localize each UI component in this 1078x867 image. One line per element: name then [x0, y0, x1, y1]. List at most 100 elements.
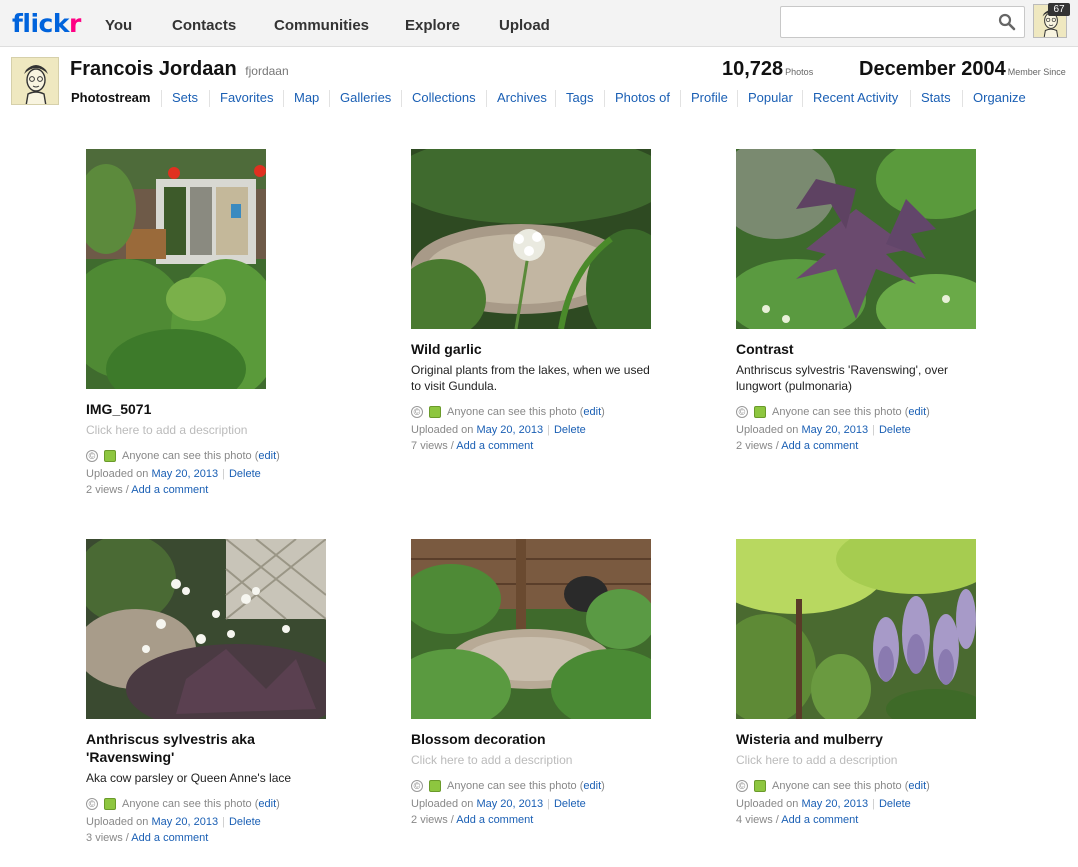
- upload-date-link[interactable]: May 20, 2013: [476, 798, 543, 810]
- search-icon[interactable]: [998, 13, 1016, 36]
- photo-thumbnail[interactable]: [736, 149, 976, 329]
- copyright-icon[interactable]: ©: [86, 450, 98, 462]
- add-comment-link[interactable]: Add a comment: [781, 440, 858, 452]
- flickr-logo[interactable]: flickr: [12, 9, 81, 39]
- add-comment-link[interactable]: Add a comment: [456, 440, 533, 452]
- delete-link[interactable]: Delete: [554, 798, 586, 810]
- delete-link[interactable]: Delete: [879, 424, 911, 436]
- privacy-line: Anyone can see this photo (edit): [122, 450, 280, 462]
- edit-privacy-link[interactable]: edit: [583, 780, 601, 792]
- privacy-line: Anyone can see this photo (edit): [772, 780, 930, 792]
- add-comment-link[interactable]: Add a comment: [456, 814, 533, 826]
- tab-recent-activity[interactable]: Recent Activity: [813, 90, 898, 105]
- privacy-line: Anyone can see this photo (edit): [772, 406, 930, 418]
- photo-description[interactable]: Click here to add a description: [736, 752, 976, 768]
- edit-privacy-link[interactable]: edit: [258, 798, 276, 810]
- nav-communities[interactable]: Communities: [274, 17, 369, 34]
- privacy-public-icon: [754, 780, 766, 792]
- tab-sets[interactable]: Sets: [172, 90, 198, 105]
- copyright-icon[interactable]: ©: [736, 780, 748, 792]
- tab-profile[interactable]: Profile: [691, 90, 728, 105]
- delete-link[interactable]: Delete: [229, 468, 261, 480]
- upload-date-link[interactable]: May 20, 2013: [801, 798, 868, 810]
- tab-galleries[interactable]: Galleries: [340, 90, 391, 105]
- views-line: 2 views / Add a comment: [86, 484, 209, 496]
- upload-date-link[interactable]: May 20, 2013: [151, 816, 218, 828]
- photo-title[interactable]: Anthriscus sylvestris aka 'Ravenswing': [86, 730, 286, 766]
- add-comment-link[interactable]: Add a comment: [131, 484, 208, 496]
- tab-stats[interactable]: Stats: [921, 90, 951, 105]
- copyright-icon[interactable]: ©: [736, 406, 748, 418]
- subnav-divider: [910, 90, 911, 107]
- notification-count-badge[interactable]: 67: [1048, 3, 1070, 16]
- views-line: 3 views / Add a comment: [86, 832, 209, 844]
- privacy-line: Anyone can see this photo (edit): [122, 798, 280, 810]
- views-line: 2 views / Add a comment: [411, 814, 534, 826]
- tab-favorites[interactable]: Favorites: [220, 90, 273, 105]
- search-input[interactable]: [781, 7, 991, 37]
- delete-link[interactable]: Delete: [879, 798, 911, 810]
- add-comment-link[interactable]: Add a comment: [781, 814, 858, 826]
- nav-explore[interactable]: Explore: [405, 17, 460, 34]
- copyright-icon[interactable]: ©: [86, 798, 98, 810]
- add-comment-link[interactable]: Add a comment: [131, 832, 208, 844]
- photo-thumbnail[interactable]: [411, 149, 651, 329]
- photo-title[interactable]: Wild garlic: [411, 340, 651, 358]
- tab-photostream[interactable]: Photostream: [71, 90, 150, 105]
- tab-collections[interactable]: Collections: [412, 90, 476, 105]
- profile-buddy-icon[interactable]: [11, 57, 59, 105]
- copyright-icon[interactable]: ©: [411, 406, 423, 418]
- privacy-public-icon: [429, 406, 441, 418]
- views-line: 7 views / Add a comment: [411, 440, 534, 452]
- privacy-public-icon: [104, 798, 116, 810]
- member-since-stat: December 2004 Member Since: [859, 58, 1066, 80]
- edit-privacy-link[interactable]: edit: [258, 450, 276, 462]
- upload-line: Uploaded on May 20, 2013 | Delete: [736, 424, 911, 436]
- tab-organize[interactable]: Organize: [973, 90, 1026, 105]
- photo-title[interactable]: Contrast: [736, 340, 976, 358]
- photo-thumbnail[interactable]: [86, 149, 266, 389]
- edit-privacy-link[interactable]: edit: [583, 406, 601, 418]
- profile-name: Francois Jordaan fjordaan: [70, 58, 289, 80]
- upload-date-link[interactable]: May 20, 2013: [801, 424, 868, 436]
- subnav-divider: [401, 90, 402, 107]
- tab-archives[interactable]: Archives: [497, 90, 547, 105]
- subnav-divider: [486, 90, 487, 107]
- upload-line: Uploaded on May 20, 2013 | Delete: [86, 816, 261, 828]
- edit-privacy-link[interactable]: edit: [908, 780, 926, 792]
- nav-contacts[interactable]: Contacts: [172, 17, 236, 34]
- delete-link[interactable]: Delete: [229, 816, 261, 828]
- photo-description[interactable]: Click here to add a description: [411, 752, 651, 768]
- upload-date-link[interactable]: May 20, 2013: [476, 424, 543, 436]
- edit-privacy-link[interactable]: edit: [908, 406, 926, 418]
- photo-title[interactable]: Wisteria and mulberry: [736, 730, 976, 748]
- tab-popular[interactable]: Popular: [748, 90, 793, 105]
- subnav-divider: [604, 90, 605, 107]
- privacy-line: Anyone can see this photo (edit): [447, 780, 605, 792]
- photo-description[interactable]: Original plants from the lakes, when we …: [411, 362, 651, 394]
- photo-thumbnail[interactable]: [86, 539, 326, 719]
- tab-tags[interactable]: Tags: [566, 90, 593, 105]
- nav-upload[interactable]: Upload: [499, 17, 550, 34]
- profile-username: fjordaan: [245, 64, 289, 78]
- copyright-icon[interactable]: ©: [411, 780, 423, 792]
- views-line: 4 views / Add a comment: [736, 814, 859, 826]
- photo-description[interactable]: Click here to add a description: [86, 422, 326, 438]
- subnav-divider: [962, 90, 963, 107]
- tab-map[interactable]: Map: [294, 90, 319, 105]
- delete-link[interactable]: Delete: [554, 424, 586, 436]
- subnav-divider: [209, 90, 210, 107]
- photo-thumbnail[interactable]: [736, 539, 976, 719]
- upload-date-link[interactable]: May 20, 2013: [151, 468, 218, 480]
- photo-thumbnail[interactable]: [411, 539, 651, 719]
- privacy-public-icon: [754, 406, 766, 418]
- upload-line: Uploaded on May 20, 2013 | Delete: [86, 468, 261, 480]
- photo-title[interactable]: Blossom decoration: [411, 730, 651, 748]
- subnav-divider: [737, 90, 738, 107]
- photo-title[interactable]: IMG_5071: [86, 400, 326, 418]
- views-line: 2 views / Add a comment: [736, 440, 859, 452]
- tab-photos-of[interactable]: Photos of: [615, 90, 670, 105]
- nav-you[interactable]: You: [105, 17, 132, 34]
- photo-description[interactable]: Aka cow parsley or Queen Anne's lace: [86, 770, 326, 786]
- photo-description[interactable]: Anthriscus sylvestris 'Ravenswing', over…: [736, 362, 976, 394]
